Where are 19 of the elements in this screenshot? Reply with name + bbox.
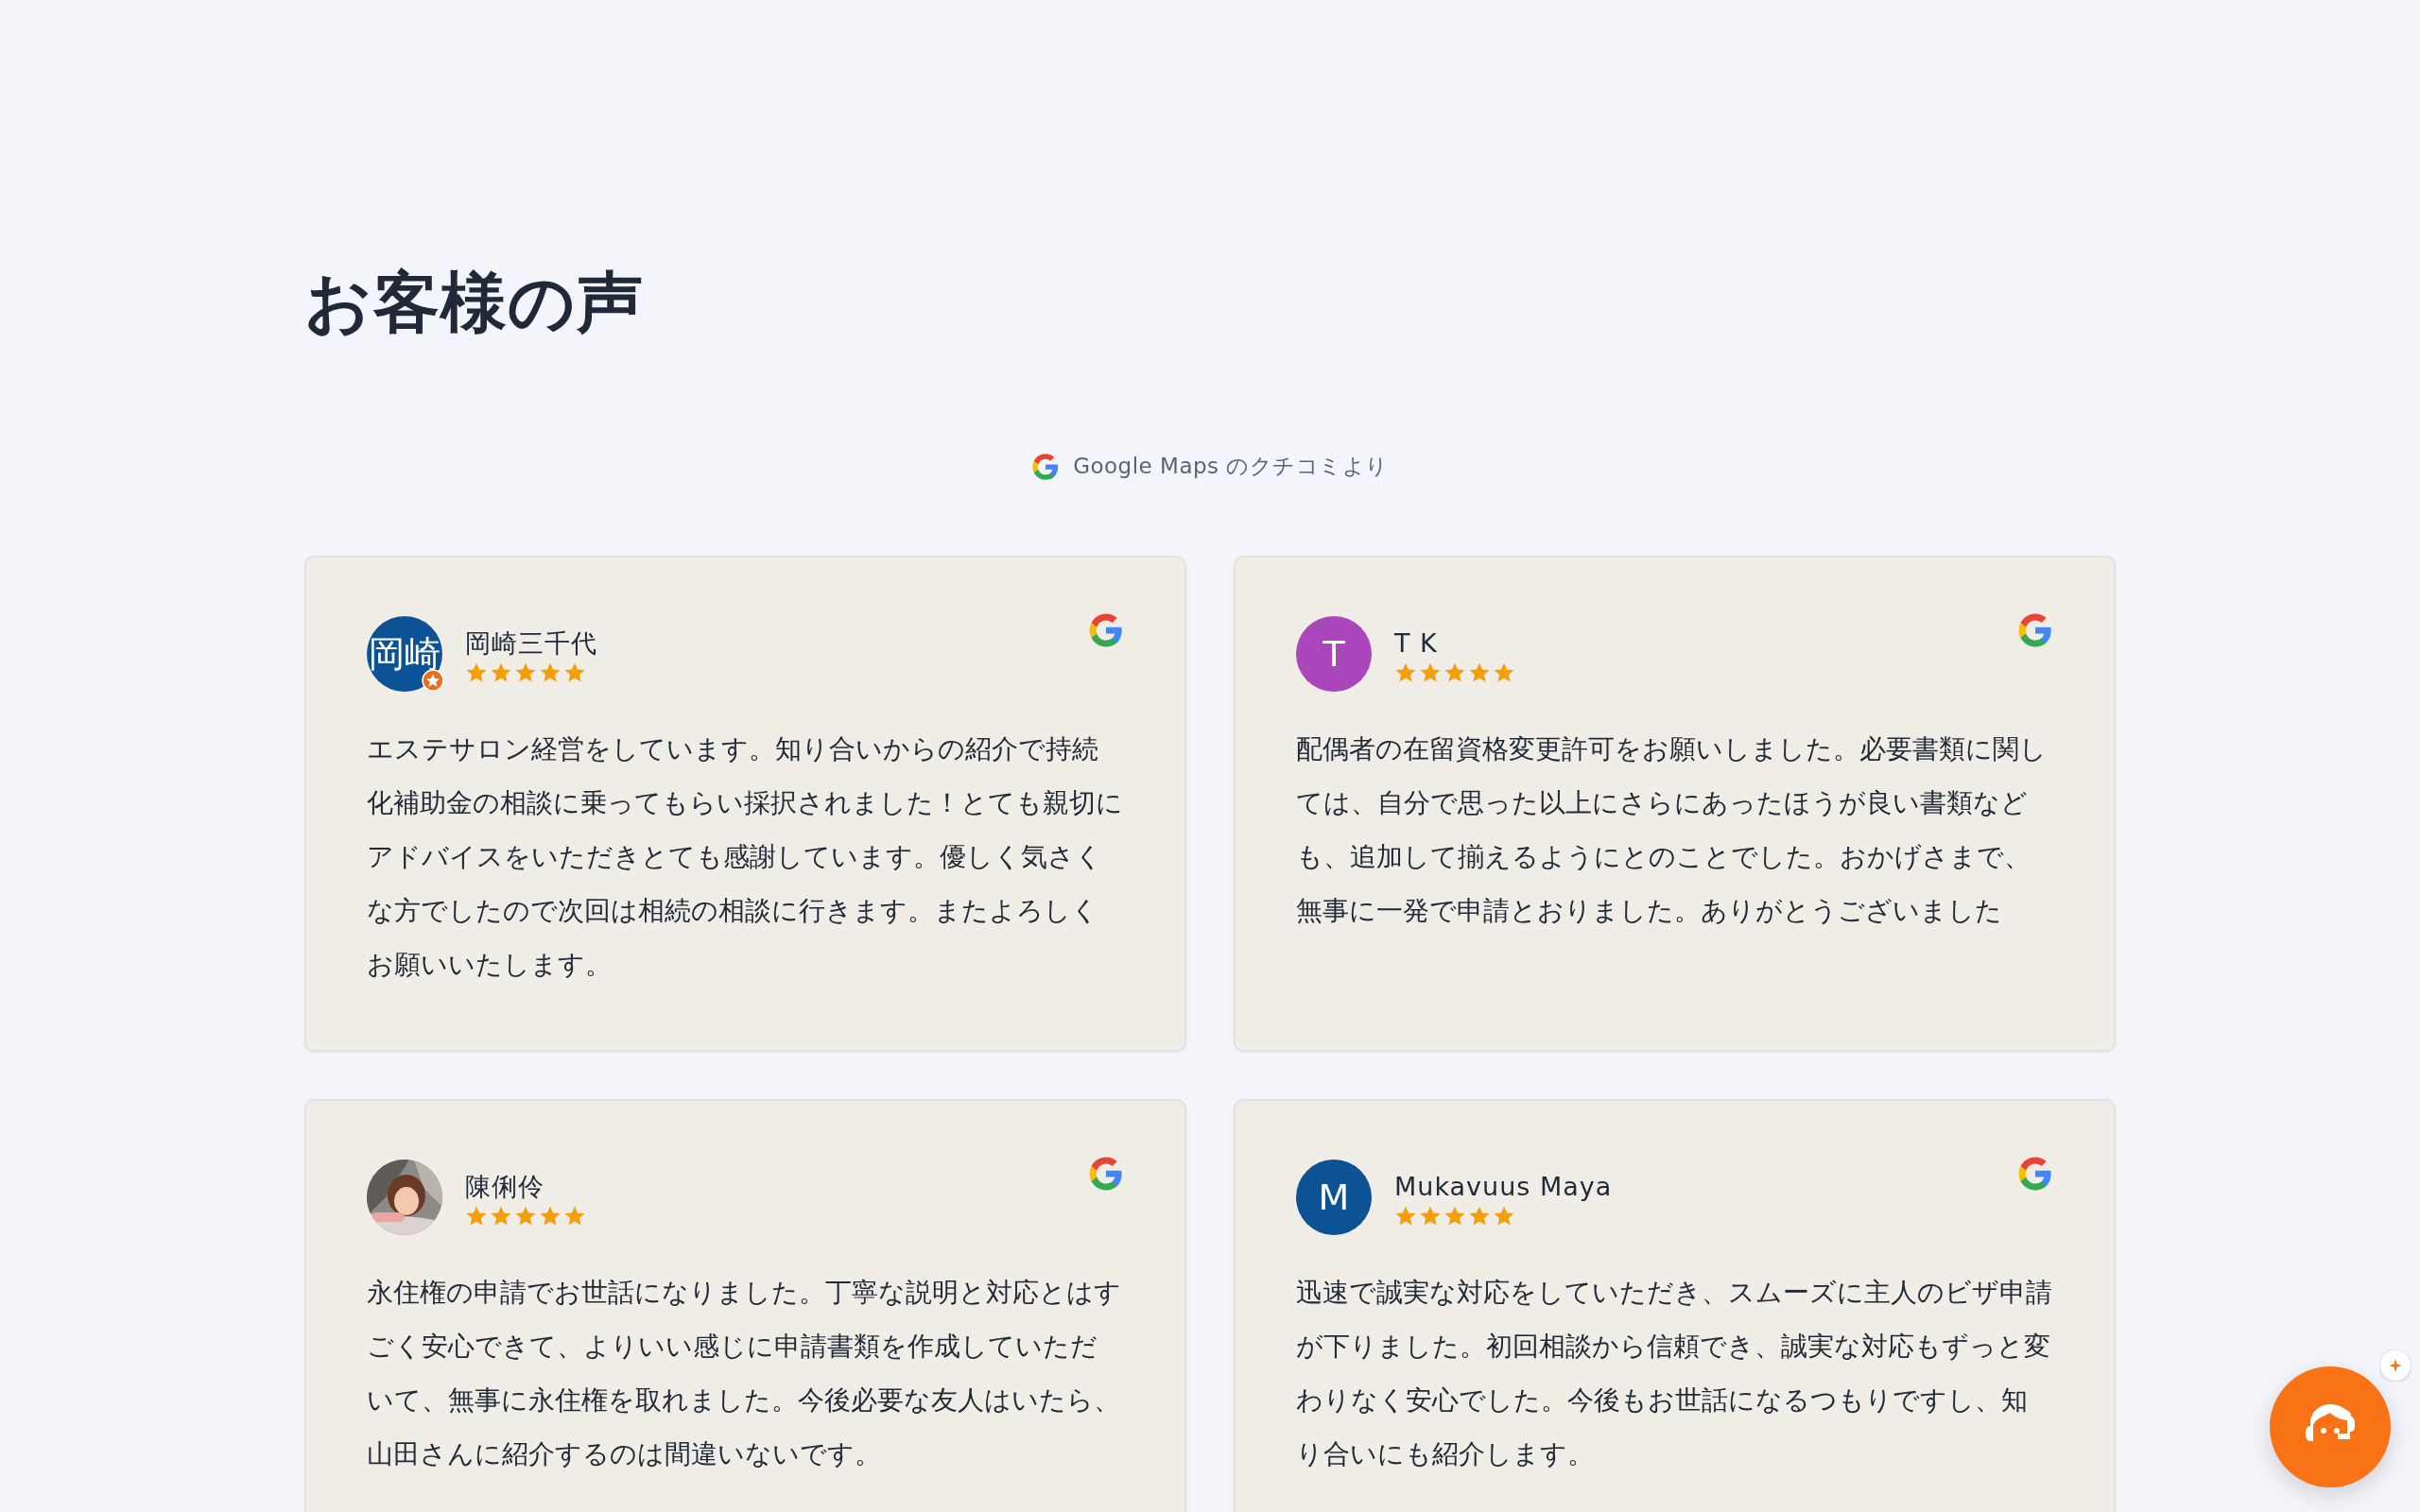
reviewer-name: T K xyxy=(1394,629,1438,658)
review-text: 永住権の申請でお世話になりました。丁寧な説明と対応とはすごく安心できて、よりいい感じに申請書類を作成していただいて、無事に永住権を取れました。今後必要な友人はいたら、山田さんに紹介するのは間違いないです。 xyxy=(367,1276,1122,1471)
review-text: 配偶者の在留資格変更許可をお願いしました。必要書類に関しては、自分で思った以上にさらにあったほうが良い書類なども、追加して揃えるようにとのことでした。おかげさまで、無事に一発で申請とおりました。ありがとうございました xyxy=(1296,732,2048,928)
source-note: Google Maps のクチコミより xyxy=(1073,453,1389,480)
badge-icon xyxy=(422,669,444,692)
google-icon xyxy=(2017,1156,2053,1192)
avatar-initials: T xyxy=(1322,636,1345,672)
google-icon xyxy=(1088,1156,1124,1192)
review-text: エステサロン経営をしています。知り合いからの紹介で持続化補助金の相談に乗ってもらい採択されました！とても親切にアドバイスをいただきとても感謝しています。優しく気さくな方でしたので次回は相続の相談に行きます。またよろしくお願いいたします。 xyxy=(367,732,1124,982)
avatar-initials: M xyxy=(1318,1179,1350,1215)
review-text: 迅速で誠実な対応をしていただき、スムーズに主人のビザ申請が下りました。初回相談から信頼でき、誠実な対応もずっと変わりなく安心でした。今後もお世話になるつもりですし、知り合いにも紹介します。 xyxy=(1296,1276,2053,1471)
page-heading: お客様の声 xyxy=(304,269,644,335)
reviewer-name: Mukavuus Maya xyxy=(1394,1173,1613,1201)
google-icon xyxy=(2017,612,2053,648)
google-icon xyxy=(1088,612,1124,648)
google-icon xyxy=(1031,452,1061,481)
reviewer-name: 岡崎三千代 xyxy=(465,629,597,658)
reviewer-name: 陳俐伶 xyxy=(465,1173,544,1201)
avatar-initials: 岡崎 xyxy=(369,636,441,672)
